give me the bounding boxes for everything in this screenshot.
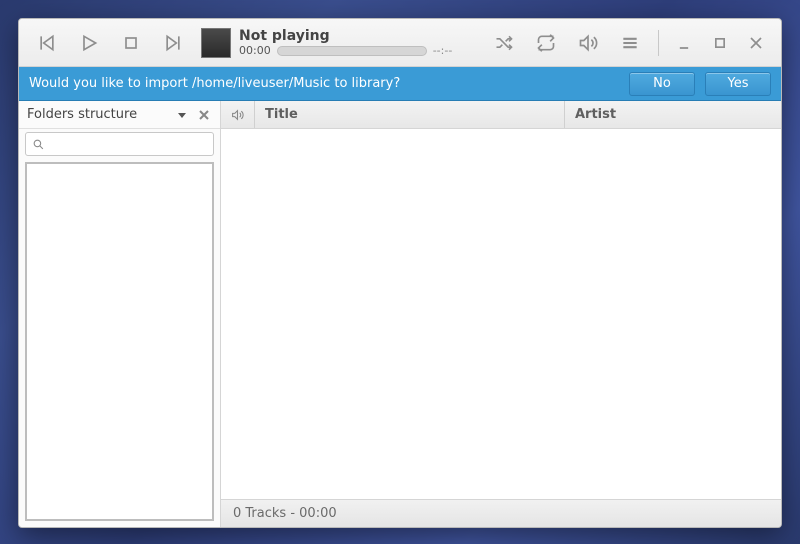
title-column-header[interactable]: Title [255,101,565,128]
album-art-placeholder [201,28,231,58]
sidebar: Folders structure [19,101,221,527]
sidebar-title: Folders structure [27,107,168,122]
previous-track-button[interactable] [27,23,67,63]
sidebar-search [19,129,220,159]
column-headers: Title Artist [221,101,781,129]
now-playing-title: Not playing [239,28,452,44]
status-text: 0 Tracks - 00:00 [233,506,337,521]
import-no-button[interactable]: No [629,72,695,96]
tracks-panel: Title Artist 0 Tracks - 00:00 [221,101,781,527]
seek-bar[interactable] [277,46,427,56]
folder-tree[interactable] [25,162,214,521]
tracks-list[interactable] [221,129,781,499]
minimize-window-button[interactable] [667,23,701,63]
now-playing: Not playing 00:00 --:-- [201,28,452,58]
import-yes-button[interactable]: Yes [705,72,771,96]
import-banner: Would you like to import /home/liveuser/… [19,67,781,101]
menu-button[interactable] [610,23,650,63]
desktop-background: Not playing 00:00 --:-- [0,0,800,544]
main-toolbar: Not playing 00:00 --:-- [19,19,781,67]
playing-column-header[interactable] [221,101,255,128]
close-window-button[interactable] [739,23,773,63]
elapsed-time: 00:00 [239,44,271,57]
sidebar-header: Folders structure [19,101,220,129]
remaining-time: --:-- [433,44,453,57]
content-area: Folders structure [19,101,781,527]
music-player-window: Not playing 00:00 --:-- [18,18,782,528]
shuffle-button[interactable] [484,23,524,63]
status-bar: 0 Tracks - 00:00 [221,499,781,527]
stop-button[interactable] [111,23,151,63]
next-track-button[interactable] [153,23,193,63]
volume-button[interactable] [568,23,608,63]
repeat-button[interactable] [526,23,566,63]
artist-column-header[interactable]: Artist [565,101,781,128]
import-banner-message: Would you like to import /home/liveuser/… [29,76,619,91]
sidebar-dropdown-button[interactable] [174,110,190,120]
sidebar-close-button[interactable] [196,110,212,120]
toolbar-separator [658,30,659,56]
play-button[interactable] [69,23,109,63]
maximize-window-button[interactable] [703,23,737,63]
search-input[interactable] [25,132,214,156]
